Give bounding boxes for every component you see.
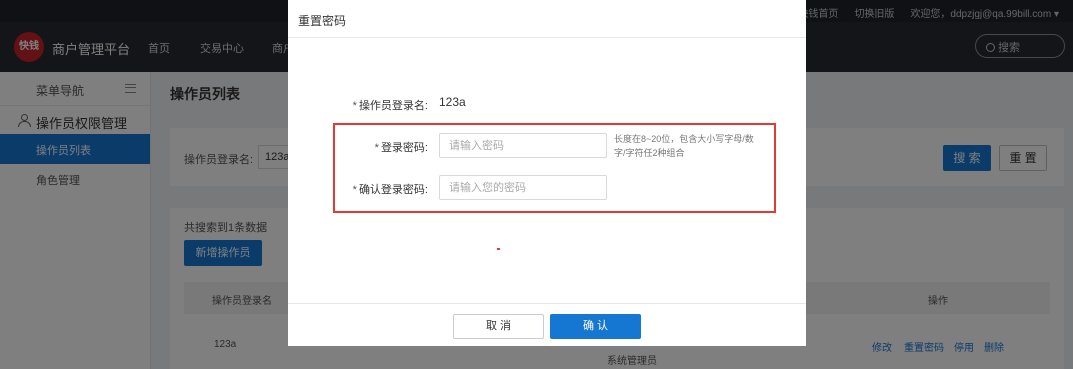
cancel-button[interactable]: 取 消: [453, 314, 544, 339]
red-mark: [497, 248, 500, 250]
login-name-value: 123a: [439, 95, 466, 109]
highlight-box: [333, 123, 776, 213]
dialog-footer: 取 消 确 认: [288, 303, 806, 346]
confirm-button[interactable]: 确 认: [550, 314, 641, 339]
login-name-label: * 操作员登录名:: [288, 97, 428, 113]
reset-password-dialog: 重置密码 * 操作员登录名: 123a * 登录密码: 长度在8~20位，包含大小写…: [288, 0, 806, 346]
dialog-title: 重置密码: [288, 0, 806, 38]
required-mark: *: [352, 100, 357, 112]
login-name-label-text: 操作员登录名:: [358, 100, 428, 112]
